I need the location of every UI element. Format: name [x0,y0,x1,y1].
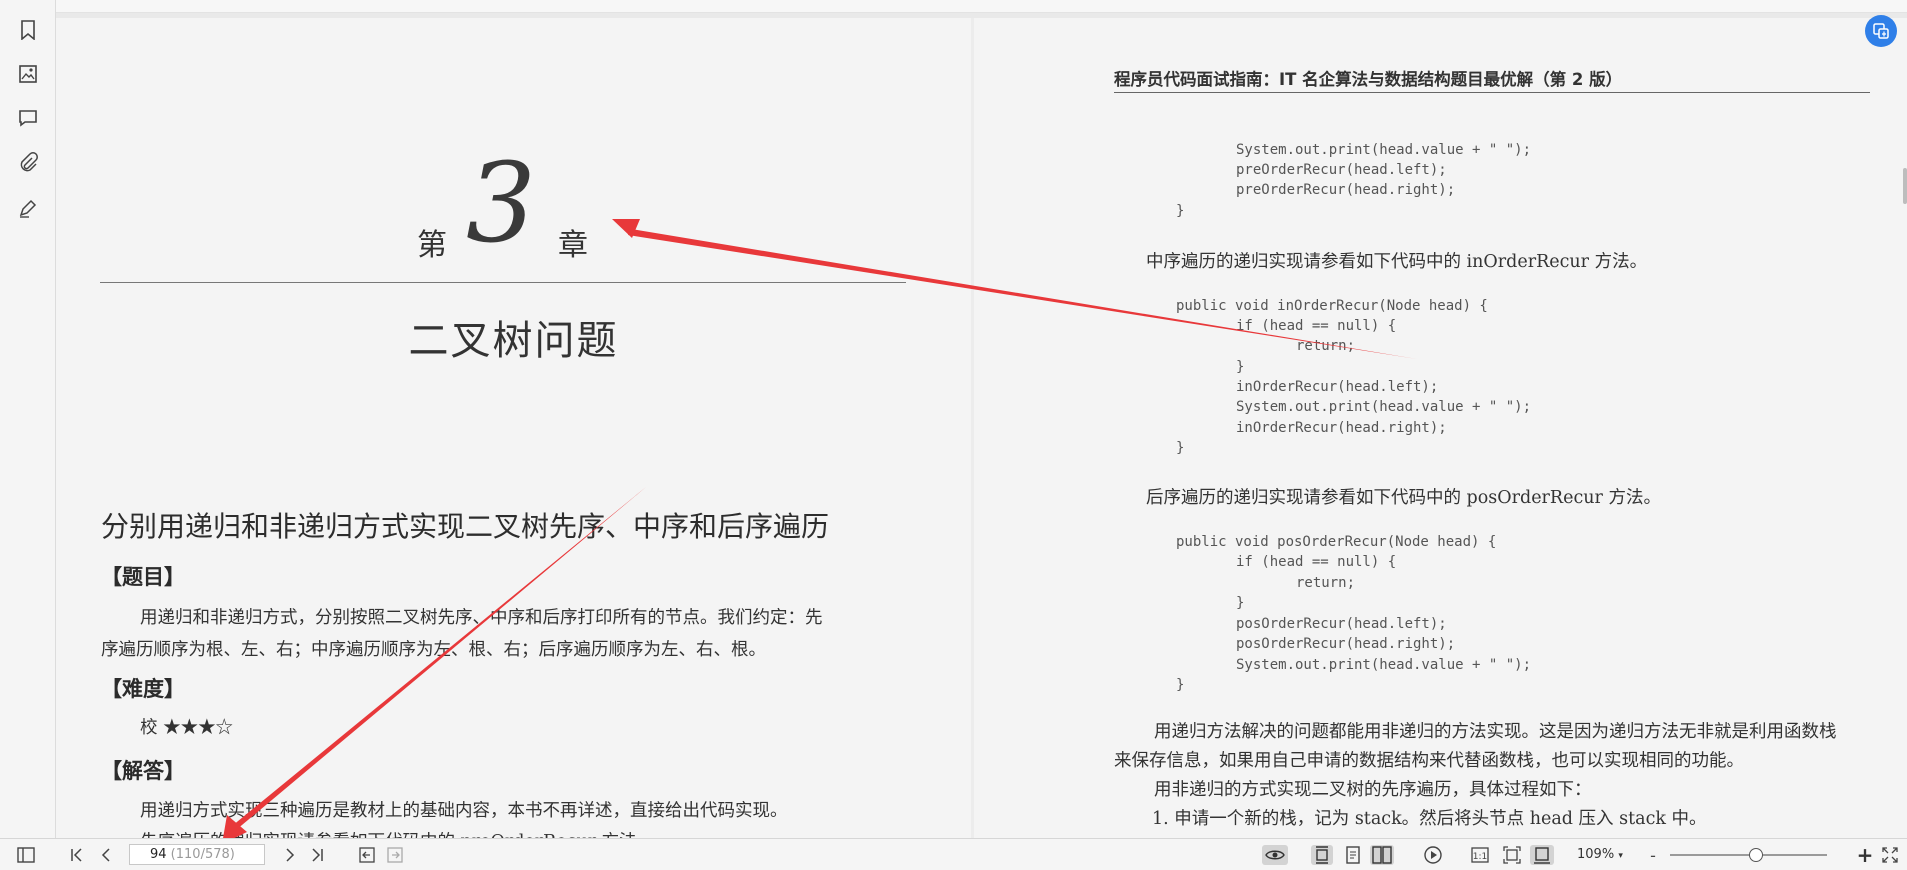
scrollbar-thumb[interactable] [1903,168,1907,204]
right-page: 程序员代码面试指南：IT 名企算法与数据结构题目最优解（第 2 版） Syste… [974,18,1907,838]
code-line: if (head == null) { [1236,554,1397,570]
fit-width-icon[interactable] [1530,845,1554,865]
zoom-slider-handle[interactable] [1749,848,1763,862]
preorder-step-1: 1. 申请一个新的栈，记为 stack。然后将头节点 head 压入 stack… [1152,809,1707,829]
left-page: 第 3 章 二叉树问题 分别用递归和非递归方式实现二叉树先序、中序和后序遍历 【… [56,18,971,838]
nonrecursive-para-line-2: 来保存信息，如果用自己申请的数据结构来代替函数栈，也可以实现相同的功能。 [1114,751,1744,771]
fit-page-icon[interactable] [1502,845,1522,865]
status-bar: 94 (110/578) 1:1 109% ▾ - + [0,838,1907,870]
chapter-title: 二叉树问题 [408,318,619,364]
page-spread: 第 3 章 二叉树问题 分别用递归和非递归方式实现二叉树先序、中序和后序遍历 【… [56,18,1907,838]
nonrecursive-para-line-1: 用递归方法解决的问题都能用非递归的方法实现。这是因为递归方法无非就是利用函数栈 [1154,722,1837,742]
comment-icon[interactable] [14,104,42,132]
single-page-icon[interactable] [1343,845,1363,865]
problem-line-2: 序遍历顺序为根、左、右；中序遍历顺序为左、根、右；后序遍历顺序为左、右、根。 [101,640,766,660]
answer-label: 【解答】 [101,759,185,783]
actual-size-icon[interactable]: 1:1 [1470,845,1490,865]
code-line: public void posOrderRecur(Node head) { [1176,534,1497,550]
code-line: } [1236,359,1245,375]
play-slideshow-icon[interactable] [1423,845,1443,865]
svg-text:1:1: 1:1 [1473,852,1487,862]
code-line: preOrderRecur(head.left); [1236,162,1447,178]
code-line: } [1176,440,1185,456]
chapter-divider [100,282,906,283]
chapter-number: 3 [466,139,536,267]
document-viewer[interactable]: 第 3 章 二叉树问题 分别用递归和非递归方式实现二叉树先序、中序和后序遍历 【… [56,0,1907,838]
code-line: } [1236,595,1245,611]
code-line: } [1176,677,1185,693]
problem-line-1: 用递归和非递归方式，分别按照二叉树先序、中序和后序打印所有的节点。我们约定：先 [140,608,823,628]
difficulty-label: 【难度】 [101,677,185,701]
running-header: 程序员代码面试指南：IT 名企算法与数据结构题目最优解（第 2 版） [1114,70,1623,89]
fullscreen-icon[interactable] [1880,845,1900,865]
previous-page-icon[interactable] [96,845,116,865]
code-line: posOrderRecur(head.right); [1236,636,1456,652]
difficulty-rating: 校 ★★★☆ [140,718,234,738]
section-title: 分别用递归和非递归方式实现二叉树先序、中序和后序遍历 [101,510,830,543]
continuous-scroll-icon[interactable] [1311,845,1333,865]
first-page-icon[interactable] [67,845,87,865]
answer-line-2: 先序遍历的递归实现请参看如下代码中的 preOrderRecur 方法。 [101,824,921,838]
posorder-intro: 后序遍历的递归实现请参看如下代码中的 posOrderRecur 方法。 [1146,488,1661,508]
go-back-icon[interactable] [357,845,377,865]
toggle-sidebar-icon[interactable] [16,845,36,865]
zoom-level[interactable]: 109% ▾ [1577,847,1623,862]
header-rule [1114,92,1870,93]
code-line: inOrderRecur(head.left); [1236,379,1439,395]
code-line: System.out.print(head.value + " "); [1236,142,1532,158]
chapter-suffix: 章 [558,228,588,263]
zoom-in-button[interactable]: + [1855,843,1875,867]
code-line: return; [1296,575,1356,591]
code-line: if (head == null) { [1236,318,1397,334]
bookmark-icon[interactable] [14,16,42,44]
chapter-prefix: 第 [417,228,447,263]
code-line: System.out.print(head.value + " "); [1236,657,1532,673]
zoom-out-button[interactable]: - [1643,845,1663,865]
previous-page-edge [56,0,1907,13]
code-line: } [1176,203,1185,219]
code-line: preOrderRecur(head.right); [1236,182,1456,198]
code-line: System.out.print(head.value + " "); [1236,399,1532,415]
attachment-icon[interactable] [14,148,42,176]
left-sidebar [0,0,56,838]
signature-icon[interactable] [14,194,42,222]
next-page-icon[interactable] [280,845,300,865]
problem-label: 【题目】 [101,565,185,589]
two-page-icon[interactable] [1370,845,1394,865]
translate-tool-button[interactable] [1865,15,1897,47]
code-line: return; [1296,338,1356,354]
page-number-input[interactable]: 94 (110/578) [129,844,265,865]
code-line: inOrderRecur(head.right); [1236,420,1447,436]
code-line: public void inOrderRecur(Node head) { [1176,298,1488,314]
last-page-icon[interactable] [307,845,327,865]
zoom-value: 109% [1577,847,1615,862]
preorder-steps-intro: 用非递归的方式实现二叉树的先序遍历，具体过程如下： [1154,780,1592,800]
code-line: posOrderRecur(head.left); [1236,616,1447,632]
go-forward-icon[interactable] [385,845,405,865]
page-current: 94 [150,847,167,862]
reading-mode-eye-icon[interactable] [1262,845,1288,865]
inorder-intro: 中序遍历的递归实现请参看如下代码中的 inOrderRecur 方法。 [1146,252,1648,272]
thumbnail-icon[interactable] [14,60,42,88]
page-total: (110/578) [166,847,235,862]
